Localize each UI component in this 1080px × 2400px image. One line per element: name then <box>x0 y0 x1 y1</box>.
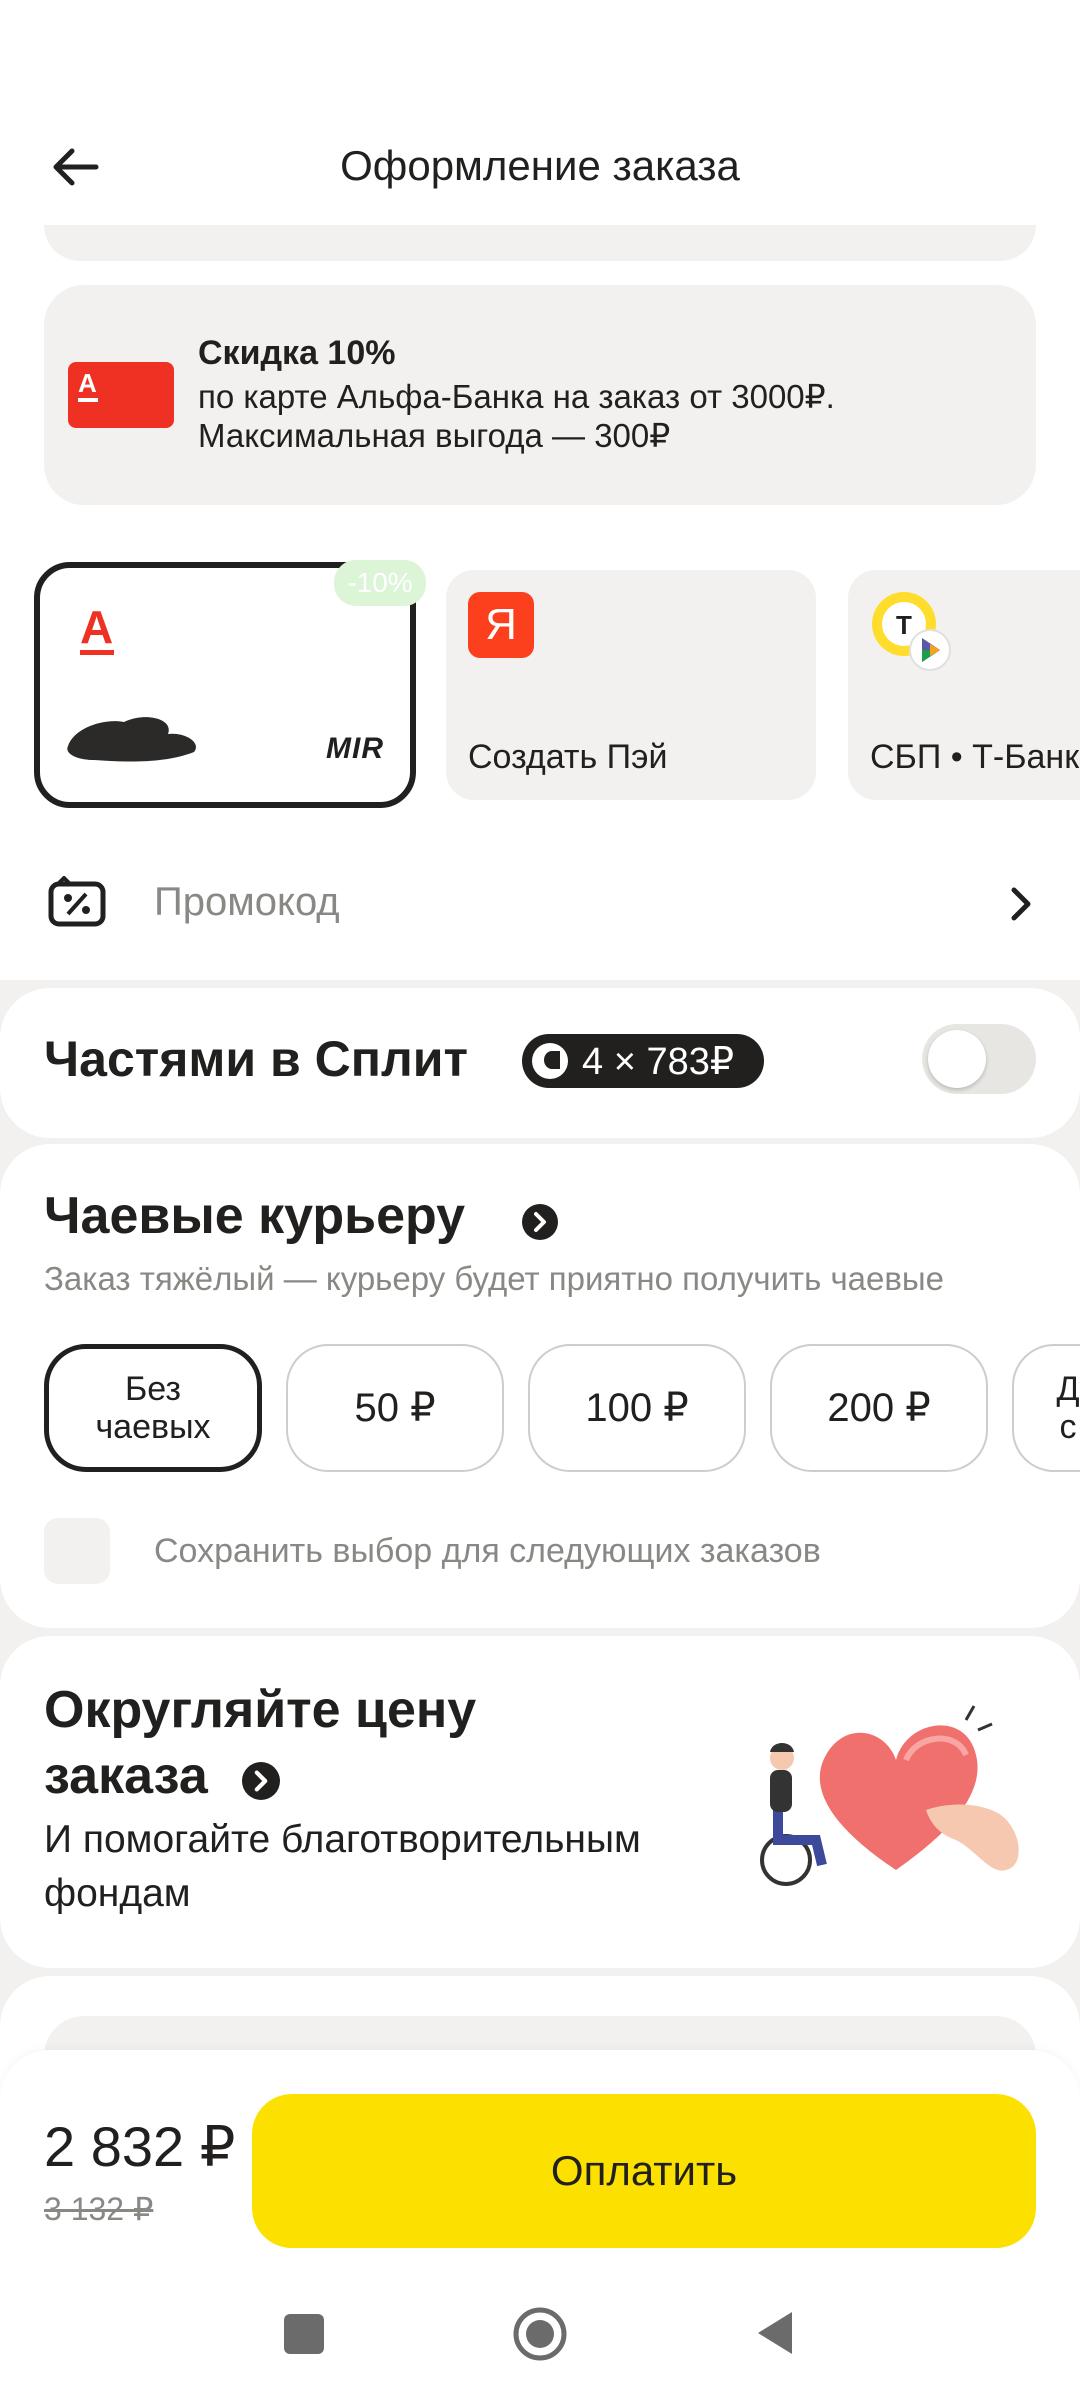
mir-logo: MIR <box>326 732 384 765</box>
alfa-logo-icon: А <box>80 601 114 653</box>
split-badge-text: 4 × 783₽ <box>582 1040 735 1083</box>
round-price-title-line1: Округляйте цену <box>44 1681 477 1739</box>
alfa-logo-underline <box>80 650 114 655</box>
page-title: Оформление заказа <box>340 142 740 189</box>
recent-apps-button[interactable] <box>284 2314 324 2354</box>
tips-title: Чаевые курьеру <box>44 1187 466 1245</box>
split-icon <box>532 1043 568 1079</box>
tbank-sbp-logo-icon: T <box>872 592 951 671</box>
tip-option-none[interactable]: Без чаевых <box>44 1344 262 1472</box>
round-price-subtitle-line2: фондам <box>44 1872 191 1915</box>
info-chevron-icon[interactable] <box>242 1762 280 1800</box>
masked-card-number-icon <box>67 717 196 762</box>
round-price-title-line2: заказа <box>44 1747 208 1805</box>
tips-subtitle: Заказ тяжёлый — курьеру будет приятно по… <box>44 1260 944 1297</box>
yandex-logo-icon: Я <box>468 592 534 658</box>
charity-heart-illustration <box>760 1705 1019 1886</box>
save-choice-label: Сохранить выбор для следующих заказов <box>154 1532 821 1570</box>
round-price-subtitle-line1: И помогайте благотворительным <box>44 1818 641 1861</box>
tip-option-200[interactable]: 200 ₽ <box>770 1344 988 1472</box>
split-title: Частями в Сплит <box>44 1031 468 1087</box>
promocode-label: Промокод <box>154 880 340 924</box>
info-chevron-icon[interactable] <box>522 1204 558 1240</box>
save-choice-checkbox[interactable] <box>44 1518 110 1584</box>
total-price: 2 832 ₽ <box>44 2115 236 2178</box>
nav-back-button[interactable] <box>754 2308 796 2358</box>
alfa-card-letter: А <box>78 368 97 398</box>
old-price: 3 132 ₽ <box>44 2191 154 2227</box>
promo-description-line1: по карте Альфа-Банка на заказ от 3000₽. <box>198 378 835 415</box>
home-button[interactable] <box>512 2306 568 2362</box>
chevron-right-icon <box>1011 887 1031 921</box>
pay-button[interactable]: Оплатить <box>252 2094 1036 2248</box>
tbank-letter: T <box>896 610 912 640</box>
promo-title: Скидка 10% <box>198 334 396 372</box>
split-badge: 4 × 783₽ <box>522 1034 764 1088</box>
yandex-pay-label: Создать Пэй <box>468 738 668 776</box>
discount-badge: -10% <box>334 560 426 606</box>
alfa-card-icon: А <box>68 362 174 428</box>
previous-card-edge <box>44 225 1036 261</box>
sbp-label: СБП • Т-Банк <box>870 738 1080 776</box>
tip-option-custom[interactable]: Д с <box>1012 1344 1080 1472</box>
tip-option-100[interactable]: 100 ₽ <box>528 1344 746 1472</box>
promo-description-line2: Максимальная выгода — 300₽ <box>198 417 671 454</box>
split-toggle-knob <box>928 1030 986 1088</box>
tip-option-50[interactable]: 50 ₽ <box>286 1344 504 1472</box>
percent-icon <box>48 876 106 927</box>
